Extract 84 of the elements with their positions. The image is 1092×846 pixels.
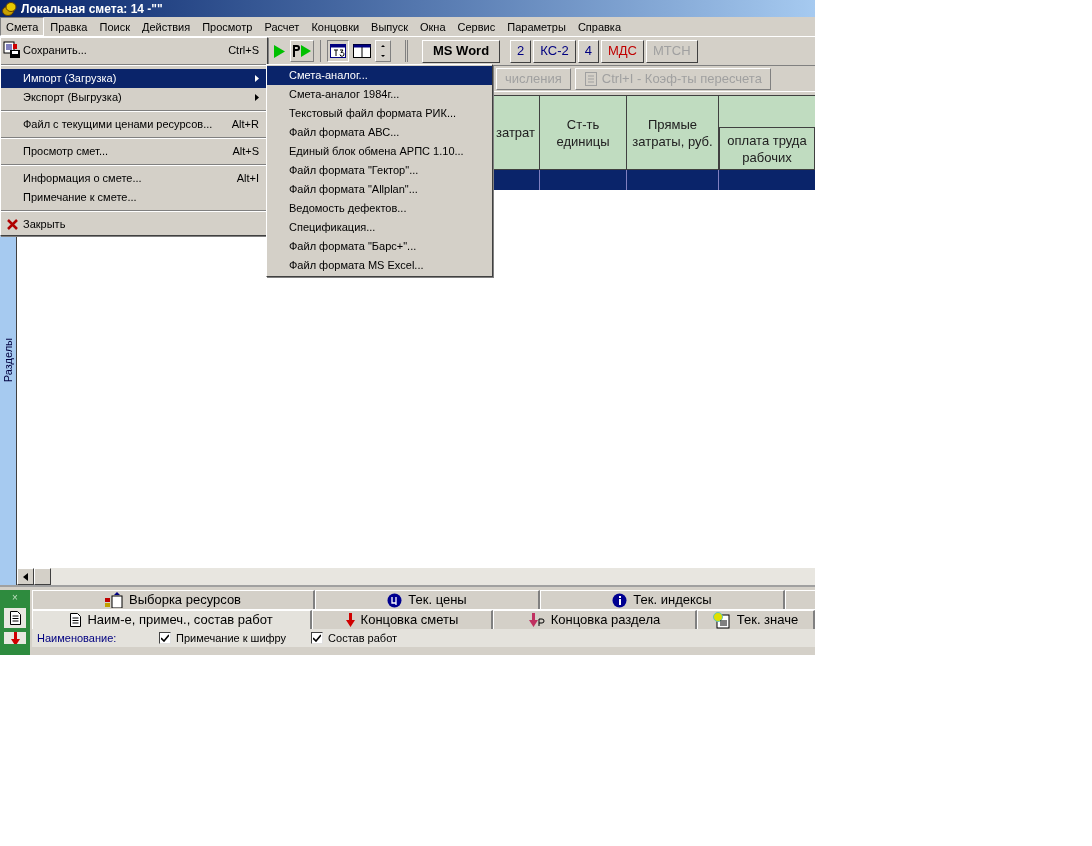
tab[interactable]: Тек. цены [315, 590, 540, 609]
menu-item[interactable]: Смета-аналог 1984г... [267, 85, 492, 104]
column-subheader: оплата труда рабочих [719, 127, 815, 170]
menu-item-label: Файл с текущими ценами ресурсов... [23, 117, 214, 133]
menu-item[interactable]: Ведомость дефектов... [267, 199, 492, 218]
column-header: Прямые затраты, руб. [627, 95, 719, 170]
left-arrow-icon [23, 572, 28, 581]
menu-item[interactable]: Справка [571, 17, 628, 36]
menu-item-label: Импорт (Загрузка) [23, 71, 118, 87]
toolbar-button[interactable]: 4 [577, 39, 599, 63]
shortcut-label: Alt+R [231, 117, 259, 133]
shortcut-label: Alt+I [236, 171, 259, 187]
menu-item[interactable]: Спецификация... [267, 218, 492, 237]
menu-item-label: Примечание к смете... [23, 190, 138, 206]
shortcut-label: Ctrl+S [228, 42, 259, 58]
field-label: Наименование: [37, 630, 118, 646]
checkbox-option[interactable]: Состав работ [311, 629, 398, 647]
checkbox[interactable] [311, 632, 324, 644]
column-header: затрат [492, 95, 540, 170]
menu-item-label: Сохранить... [23, 42, 88, 58]
tab[interactable]: Тек. значе [697, 610, 815, 629]
spinner[interactable] [375, 40, 391, 62]
menu-item-label: Закрыть [23, 217, 67, 233]
menu-item[interactable]: Файл формата "Барс+"... [267, 237, 492, 256]
menu-item[interactable]: Параметры [501, 17, 572, 36]
menu-item[interactable]: Правка [44, 17, 94, 36]
split-view-icon [353, 44, 371, 58]
tab[interactable]: Концовка сметы [312, 610, 493, 629]
table-icon [330, 44, 346, 58]
menu-item[interactable]: Единый блок обмена АРПС 1.10... [267, 142, 492, 161]
t3-button[interactable] [327, 40, 349, 62]
menu-item[interactable]: Выпуск [365, 17, 414, 36]
toolbar-button[interactable]: МДС [600, 39, 644, 63]
toolbar-button[interactable]: КС-2 [533, 39, 576, 63]
document-button[interactable] [4, 608, 26, 628]
tab[interactable]: Тек. индексы [540, 590, 785, 609]
down-arrow-icon [528, 613, 545, 627]
menu-item[interactable]: Сохранить... Ctrl+S [1, 39, 267, 61]
menu-item[interactable]: Просмотр [196, 17, 259, 36]
down-arrow-icon [10, 632, 20, 644]
menu-item[interactable]: Смета [0, 17, 45, 36]
toolbar-button[interactable]: MS Word [422, 39, 501, 63]
shortcut-label: Alt+S [232, 144, 259, 160]
menu-item[interactable]: Файл формата "Allplan"... [267, 180, 492, 199]
horizontal-scrollbar[interactable] [17, 568, 815, 585]
tab[interactable]: Выборка ресурсов [32, 590, 315, 609]
menu-item-label: Просмотр смет... [23, 144, 110, 160]
menu-item[interactable]: Смета-аналог... [267, 66, 492, 85]
toolbar-button[interactable]: 2 [510, 39, 532, 63]
tab[interactable]: Концовка раздела [493, 610, 697, 629]
menu-item[interactable]: Сервис [451, 17, 502, 36]
document-icon [70, 613, 82, 627]
menu-item[interactable]: Окна [414, 17, 452, 36]
menu-item[interactable]: Концовки [305, 17, 366, 36]
menu-item[interactable]: Файл формата MS Excel... [267, 256, 492, 275]
menu-item[interactable]: Файл формата АВС... [267, 123, 492, 142]
checkbox[interactable] [159, 632, 171, 644]
scroll-thumb[interactable] [34, 568, 51, 585]
column-header: Ст-ть единицы [540, 95, 627, 170]
window-title: Локальная смета: 14 -"" [21, 0, 163, 18]
play-p-button[interactable] [290, 40, 314, 62]
tab[interactable]: Наим-е, примеч., состав работ [32, 610, 312, 629]
menu-item[interactable]: Поиск [93, 17, 136, 36]
coins-icon [2, 1, 17, 16]
document-icon [583, 71, 598, 86]
menu-item-label: Информация о смете... [23, 171, 143, 187]
checkbox-option[interactable]: Примечание к шифру [159, 629, 287, 647]
down-arrow-icon [345, 613, 355, 627]
p-play-icon [292, 45, 312, 57]
menu-item[interactable]: Расчет [258, 17, 306, 36]
save-icon [3, 41, 21, 59]
close-icon [6, 219, 18, 230]
menu-item[interactable]: Импорт (Загрузка) [1, 69, 267, 88]
document-icon [9, 611, 21, 625]
check-icon [161, 634, 169, 642]
menu-item-label: Экспорт (Выгрузка) [23, 90, 123, 106]
menu-item[interactable]: Текстовый файл формата РИК... [267, 104, 492, 123]
menu-item[interactable]: Файл формата "Гектор"... [267, 161, 492, 180]
note-icon [712, 611, 731, 629]
play-icon [273, 44, 285, 58]
sections-label: Разделы [0, 337, 15, 383]
menu-item[interactable]: Действия [135, 17, 197, 36]
check-icon [313, 634, 322, 642]
arrow-button[interactable] [4, 632, 26, 644]
